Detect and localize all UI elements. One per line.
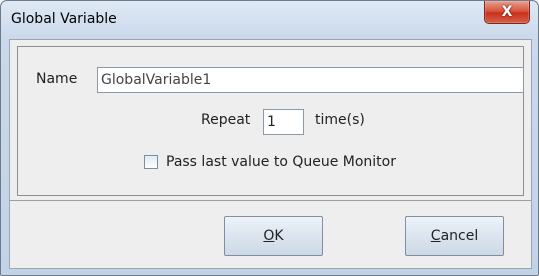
pass-last-value-label[interactable]: Pass last value to Queue Monitor	[166, 154, 396, 170]
times-label: time(s)	[315, 112, 365, 128]
pass-last-value-checkbox[interactable]	[144, 155, 158, 169]
form-panel: Name Repeat time(s) Pass last value to Q…	[17, 46, 524, 196]
repeat-count-input[interactable]	[263, 109, 304, 135]
ok-mnemonic: O	[263, 228, 275, 244]
cancel-label: ancel	[440, 228, 479, 244]
ok-button[interactable]: OK	[224, 216, 323, 256]
repeat-label: Repeat	[201, 112, 251, 128]
close-icon: X	[501, 4, 513, 20]
button-separator	[10, 200, 531, 201]
name-input[interactable]	[97, 67, 524, 93]
cancel-mnemonic: C	[430, 228, 441, 244]
dialog-window: Global Variable X Name Repeat time(s) Pa…	[0, 0, 539, 276]
name-label: Name	[36, 71, 78, 87]
window-title: Global Variable	[11, 11, 117, 27]
close-button[interactable]: X	[484, 1, 530, 24]
ok-label: K	[274, 228, 284, 244]
cancel-button[interactable]: Cancel	[405, 216, 504, 256]
title-bar[interactable]: Global Variable X	[1, 1, 538, 39]
dialog-content: Name Repeat time(s) Pass last value to Q…	[9, 39, 532, 269]
